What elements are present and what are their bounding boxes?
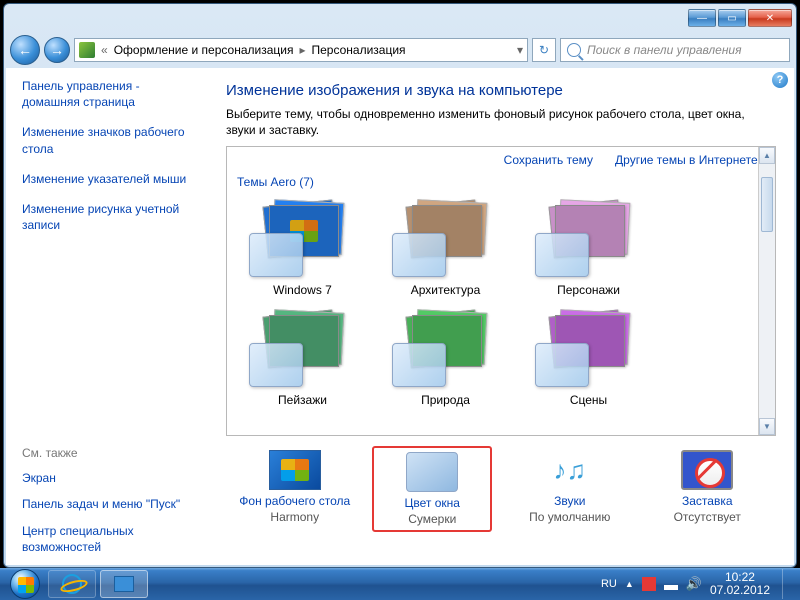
taskbar-controlpanel-button[interactable] — [100, 570, 148, 598]
sidebar-home-link[interactable]: Панель управления - домашняя страница — [22, 78, 200, 110]
theme-name: Архитектура — [411, 283, 481, 297]
sidebar-link-account-pic[interactable]: Изменение рисунка учетной записи — [22, 201, 200, 233]
address-bar[interactable]: « Оформление и персонализация ▸ Персонал… — [74, 38, 528, 62]
scroll-down-button[interactable]: ▼ — [759, 418, 775, 435]
scr-sub: Отсутствует — [674, 510, 741, 524]
theme-name: Природа — [421, 393, 470, 407]
bg-sub: Harmony — [270, 510, 319, 524]
color-title: Цвет окна — [405, 496, 460, 510]
save-theme-link[interactable]: Сохранить тему — [504, 153, 593, 167]
refresh-button[interactable]: ↻ — [532, 38, 556, 62]
theme-thumb — [386, 305, 506, 391]
main-panel: Изменение изображения и звука на компьют… — [216, 68, 794, 565]
sidebar: Панель управления - домашняя страница Из… — [6, 68, 216, 565]
color-sub: Сумерки — [408, 512, 456, 526]
back-button[interactable]: ← — [10, 35, 40, 65]
desktop-bg-icon — [269, 450, 321, 490]
sounds-button[interactable]: ♪♫ Звуки По умолчанию — [510, 446, 630, 532]
window-color-icon — [406, 452, 458, 492]
nav-toolbar: ← → « Оформление и персонализация ▸ Перс… — [4, 32, 796, 68]
sounds-title: Звуки — [554, 494, 585, 508]
theme-group-label: Темы Aero (7) — [227, 173, 775, 191]
see-also-taskbar[interactable]: Панель задач и меню "Пуск" — [22, 496, 200, 512]
theme-name: Персонажи — [557, 283, 620, 297]
search-input[interactable]: Поиск в панели управления — [560, 38, 790, 62]
maximize-button[interactable]: ▭ — [718, 9, 746, 27]
scr-title: Заставка — [682, 494, 733, 508]
breadcrumb-1[interactable]: Оформление и персонализация — [114, 43, 294, 57]
sidebar-link-icons[interactable]: Изменение значков рабочего стола — [22, 124, 200, 156]
language-indicator[interactable]: RU — [601, 578, 617, 590]
clock-date: 07.02.2012 — [710, 584, 770, 597]
titlebar: — ▭ ✕ — [4, 4, 796, 32]
tray-expand-icon[interactable]: ▲ — [625, 579, 634, 589]
theme-thumb — [386, 195, 506, 281]
theme-item[interactable]: Сцены — [521, 305, 656, 407]
start-orb-icon — [10, 569, 40, 599]
close-button[interactable]: ✕ — [748, 9, 792, 27]
theme-item[interactable]: Windows 7 — [235, 195, 370, 297]
start-button[interactable] — [4, 568, 46, 600]
theme-item[interactable]: Архитектура — [378, 195, 513, 297]
explorer-window: — ▭ ✕ ← → « Оформление и персонализация … — [3, 3, 797, 568]
ie-icon — [62, 574, 82, 594]
theme-thumb — [243, 305, 363, 391]
theme-item[interactable]: Персонажи — [521, 195, 656, 297]
settings-row: Фон рабочего стола Harmony Цвет окна Сум… — [226, 446, 776, 532]
themes-grid: Windows 7 Архитектура Персонажи Пейзажи Прир… — [227, 191, 775, 411]
address-dropdown[interactable]: ▾ — [517, 43, 523, 57]
theme-name: Сцены — [570, 393, 607, 407]
sounds-sub: По умолчанию — [529, 510, 610, 524]
bg-title: Фон рабочего стола — [239, 494, 350, 508]
search-placeholder: Поиск в панели управления — [587, 43, 742, 57]
theme-thumb — [529, 195, 649, 281]
themes-container: Сохранить тему Другие темы в Интернете ›… — [226, 146, 776, 436]
forward-button[interactable]: → — [44, 37, 70, 63]
sidebar-link-pointers[interactable]: Изменение указателей мыши — [22, 171, 200, 187]
see-also-label: См. также — [22, 446, 200, 460]
page-subtitle: Выберите тему, чтобы одновременно измени… — [226, 107, 776, 138]
more-themes-link[interactable]: Другие темы в Интернете › — [615, 153, 765, 167]
page-title: Изменение изображения и звука на компьют… — [226, 82, 776, 99]
scrollbar[interactable]: ▲ ▼ — [758, 147, 775, 435]
control-panel-icon — [79, 42, 95, 58]
taskbar: RU ▲ 🔊 10:22 07.02.2012 — [0, 568, 800, 600]
network-icon[interactable] — [664, 578, 678, 590]
search-icon — [567, 43, 581, 57]
theme-item[interactable]: Пейзажи — [235, 305, 370, 407]
minimize-button[interactable]: — — [688, 9, 716, 27]
sounds-icon: ♪♫ — [544, 450, 596, 490]
clock[interactable]: 10:22 07.02.2012 — [710, 571, 770, 597]
control-panel-taskbar-icon — [114, 576, 134, 592]
show-desktop-button[interactable] — [782, 569, 792, 599]
system-tray: RU ▲ 🔊 10:22 07.02.2012 — [601, 569, 796, 599]
theme-thumb — [529, 305, 649, 391]
theme-name: Windows 7 — [273, 283, 332, 297]
window-color-button[interactable]: Цвет окна Сумерки — [372, 446, 492, 532]
breadcrumb-arrow: ▸ — [299, 43, 305, 57]
see-also-ease[interactable]: Центр специальных возможностей — [22, 523, 200, 555]
desktop-background-button[interactable]: Фон рабочего стола Harmony — [235, 446, 355, 532]
volume-icon[interactable]: 🔊 — [686, 576, 702, 592]
breadcrumb-sep: « — [101, 43, 108, 57]
theme-thumb — [243, 195, 363, 281]
breadcrumb-2[interactable]: Персонализация — [311, 43, 405, 57]
screensaver-button[interactable]: Заставка Отсутствует — [647, 446, 767, 532]
scroll-up-button[interactable]: ▲ — [759, 147, 775, 164]
scroll-thumb[interactable] — [761, 177, 773, 232]
screensaver-icon — [681, 450, 733, 490]
content-area: ? Панель управления - домашняя страница … — [6, 68, 794, 565]
taskbar-ie-button[interactable] — [48, 570, 96, 598]
theme-name: Пейзажи — [278, 393, 327, 407]
see-also-display[interactable]: Экран — [22, 470, 200, 486]
theme-item[interactable]: Природа — [378, 305, 513, 407]
action-center-icon[interactable] — [642, 577, 656, 591]
